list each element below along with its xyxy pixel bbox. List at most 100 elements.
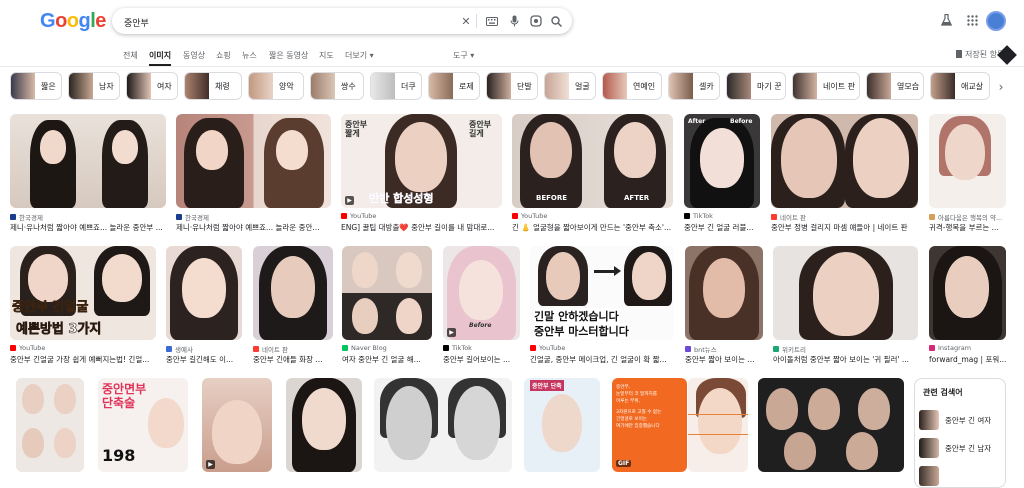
chip-11[interactable]: 연예인 — [602, 72, 662, 100]
tab-maps[interactable]: 지도 — [319, 50, 334, 61]
result-card-23[interactable]: 중안부, 눈밑부터 코 밑까지를 이루는 부위, 3차원으로 고칠 수 없는 긴… — [612, 378, 687, 485]
result-card-14[interactable]: bnt뉴스 중안부 짧아 보이는 ... — [685, 246, 763, 368]
tab-more[interactable]: 더보기 ▾ — [345, 50, 374, 61]
google-logo[interactable]: Google — [40, 10, 106, 33]
chip-12[interactable]: 셀카 — [668, 72, 720, 100]
result-thumbnail[interactable]: 긴말 안하겠습니다 중안부 마스터합니다 — [530, 246, 674, 340]
chip-15[interactable]: 옆모습 — [866, 72, 924, 100]
tab-shopping[interactable]: 쇼핑 — [216, 50, 231, 61]
result-card-11[interactable]: Naver Blog 여자 중안부 긴 얼굴 해... — [342, 246, 432, 368]
chevron-right-icon[interactable]: › — [994, 80, 1008, 94]
result-card-2[interactable]: 한국경제 제니·유나처럼 짧아야 예쁘죠... 놀라운 중안... — [176, 114, 331, 236]
result-thumbnail[interactable] — [286, 378, 362, 472]
chip-5[interactable]: 양악 — [248, 72, 304, 100]
result-thumbnail[interactable]: 중안면부 단축술 198 — [98, 378, 188, 472]
chip-14[interactable]: 네이트 판 — [792, 72, 860, 100]
result-thumbnail[interactable] — [10, 114, 166, 208]
chip-6[interactable]: 쌍수 — [310, 72, 364, 100]
result-caption[interactable]: 제니·유나처럼 짧아야 예쁘죠... 놀라운 중안부 ... — [10, 222, 166, 233]
chip-4[interactable]: 채령 — [184, 72, 242, 100]
chip-8[interactable]: 로제 — [428, 72, 480, 100]
result-card-15[interactable]: 위키트리 아이돌처럼 중안부 짧아 보이는 '귀 필러' ... — [773, 246, 918, 368]
chip-10[interactable]: 얼굴 — [544, 72, 596, 100]
result-thumbnail[interactable] — [253, 246, 333, 340]
result-thumbnail[interactable]: 중안부 짧게 중안부 길게 반반 합성성형 ▶ — [341, 114, 502, 208]
result-thumbnail[interactable] — [374, 378, 512, 472]
result-thumbnail[interactable] — [176, 114, 331, 208]
result-card-9[interactable]: 생예사 중안부 길긴해도 이... — [166, 246, 242, 368]
result-card-22[interactable]: 중안부 단축 — [524, 378, 600, 485]
chip-7[interactable]: 더쿠 — [370, 72, 422, 100]
result-thumbnail[interactable]: 중안부, 눈밑부터 코 밑까지를 이루는 부위, 3차원으로 고칠 수 없는 긴… — [612, 378, 687, 472]
result-thumbnail[interactable] — [929, 114, 1006, 208]
tab-short-videos[interactable]: 짧은 동영상 — [269, 50, 308, 61]
result-caption[interactable]: 중안부 긴얼굴 가장 쉽게 예뻐지는법! 긴얼... — [10, 354, 156, 365]
result-caption[interactable]: 중안부 길어보이는 ... — [443, 354, 520, 365]
result-caption[interactable]: 중안부 짧아 보이는 ... — [685, 354, 763, 365]
labs-icon[interactable] — [936, 10, 956, 30]
result-card-6[interactable]: 네이트 판 중안부 정병 걸리지 마셈 얘들아 | 네이트 판 — [771, 114, 918, 236]
tab-all[interactable]: 전체 — [123, 50, 138, 61]
chip-9[interactable]: 단발 — [486, 72, 538, 100]
chip-16[interactable]: 애교살 — [930, 72, 990, 100]
result-caption[interactable]: 중안부 긴 얼굴 러블... — [684, 222, 760, 233]
result-card-8[interactable]: 중안부 긴얼굴 예쁜방법 3가지 YouTube 중안부 긴얼굴 가장 쉽게 예… — [10, 246, 156, 368]
keyboard-icon[interactable] — [484, 13, 500, 29]
related-item[interactable] — [919, 465, 1003, 487]
result-thumbnail[interactable] — [771, 114, 918, 208]
result-caption[interactable]: 중안부 긴애들 화장 ... — [253, 354, 333, 365]
result-card-25[interactable] — [758, 378, 904, 485]
result-card-24[interactable] — [688, 378, 748, 485]
result-thumbnail[interactable] — [16, 378, 84, 472]
lens-icon[interactable] — [528, 13, 544, 29]
tab-tools[interactable]: 도구 ▾ — [453, 50, 474, 61]
chip-1[interactable]: 짧은 — [10, 72, 62, 100]
result-thumbnail[interactable] — [166, 246, 242, 340]
result-card-4[interactable]: BEFORE AFTER YouTube 긴 👃 얼굴형을 짧아보이게 만드는 … — [512, 114, 673, 236]
result-card-5[interactable]: After Before TikTok 중안부 긴 얼굴 러블... — [684, 114, 760, 236]
account-avatar[interactable] — [986, 11, 1006, 31]
result-thumbnail[interactable]: After Before — [684, 114, 760, 208]
related-item[interactable]: 중안부 긴 남자 — [919, 437, 1003, 459]
result-thumbnail[interactable] — [758, 378, 904, 472]
close-icon[interactable]: ✕ — [458, 13, 474, 29]
result-thumbnail[interactable]: BEFORE AFTER — [512, 114, 673, 208]
result-card-10[interactable]: 네이트 판 중안부 긴애들 화장 ... — [253, 246, 333, 368]
result-thumbnail[interactable] — [929, 246, 1006, 340]
result-thumbnail[interactable] — [688, 378, 748, 472]
result-card-3[interactable]: 중안부 짧게 중안부 길게 반반 합성성형 ▶ YouTube ENG] 꿀팁 … — [341, 114, 502, 236]
result-thumbnail[interactable] — [773, 246, 918, 340]
chip-13[interactable]: 마기 꾼 — [726, 72, 786, 100]
result-card-16[interactable]: Instagram forward_mag | 포워... — [929, 246, 1006, 368]
chip-3[interactable]: 여자 — [126, 72, 178, 100]
result-caption[interactable]: 긴 👃 얼굴형을 짧아보이게 만드는 '중안부 축소'... — [512, 222, 673, 233]
result-card-13[interactable]: 긴말 안하겠습니다 중안부 마스터합니다 YouTube 긴얼굴, 중안부 메이… — [530, 246, 674, 368]
result-thumbnail[interactable]: ▶ — [202, 378, 272, 472]
chip-2[interactable]: 남자 — [68, 72, 120, 100]
result-card-20[interactable] — [286, 378, 362, 485]
result-thumbnail[interactable] — [342, 246, 432, 340]
result-caption[interactable]: 귀격-행복을 부르는 ... — [929, 222, 1006, 233]
result-card-7[interactable]: 아름다움은 행복의 약... 귀격-행복을 부르는 ... — [929, 114, 1006, 236]
result-thumbnail[interactable]: 중안부 단축 — [524, 378, 600, 472]
result-caption[interactable]: 제니·유나처럼 짧아야 예쁘죠... 놀라운 중안... — [176, 222, 331, 233]
result-caption[interactable]: 긴얼굴, 중안부 메이크업, 긴 얼굴이 확 짧... — [530, 354, 674, 365]
result-card-18[interactable]: 중안면부 단축술 198 — [98, 378, 188, 485]
result-caption[interactable]: 아이돌처럼 중안부 짧아 보이는 '귀 필러' ... — [773, 354, 918, 365]
result-card-21[interactable] — [374, 378, 512, 485]
search-input[interactable] — [122, 12, 446, 32]
tab-news[interactable]: 뉴스 — [242, 50, 257, 61]
result-thumbnail[interactable] — [685, 246, 763, 340]
result-card-19[interactable]: ▶ — [202, 378, 272, 485]
result-card-12[interactable]: Before ▶ TikTok 중안부 길어보이는 ... — [443, 246, 520, 368]
result-caption[interactable]: forward_mag | 포워... — [929, 354, 1006, 365]
result-thumbnail[interactable]: 중안부 긴얼굴 예쁜방법 3가지 — [10, 246, 156, 340]
result-card-1[interactable]: 한국경제 제니·유나처럼 짧아야 예쁘죠... 놀라운 중안부 ... — [10, 114, 166, 236]
mic-icon[interactable] — [506, 13, 522, 29]
result-caption[interactable]: ENG] 꿀팁 대방출❤️ 중안부 길이를 내 맘대로... — [341, 222, 502, 233]
result-caption[interactable]: 중안부 정병 걸리지 마셈 얘들아 | 네이트 판 — [771, 222, 918, 233]
result-card-17[interactable] — [16, 378, 84, 485]
apps-icon[interactable] — [962, 10, 982, 30]
search-icon[interactable] — [548, 13, 564, 29]
result-thumbnail[interactable]: Before ▶ — [443, 246, 520, 340]
